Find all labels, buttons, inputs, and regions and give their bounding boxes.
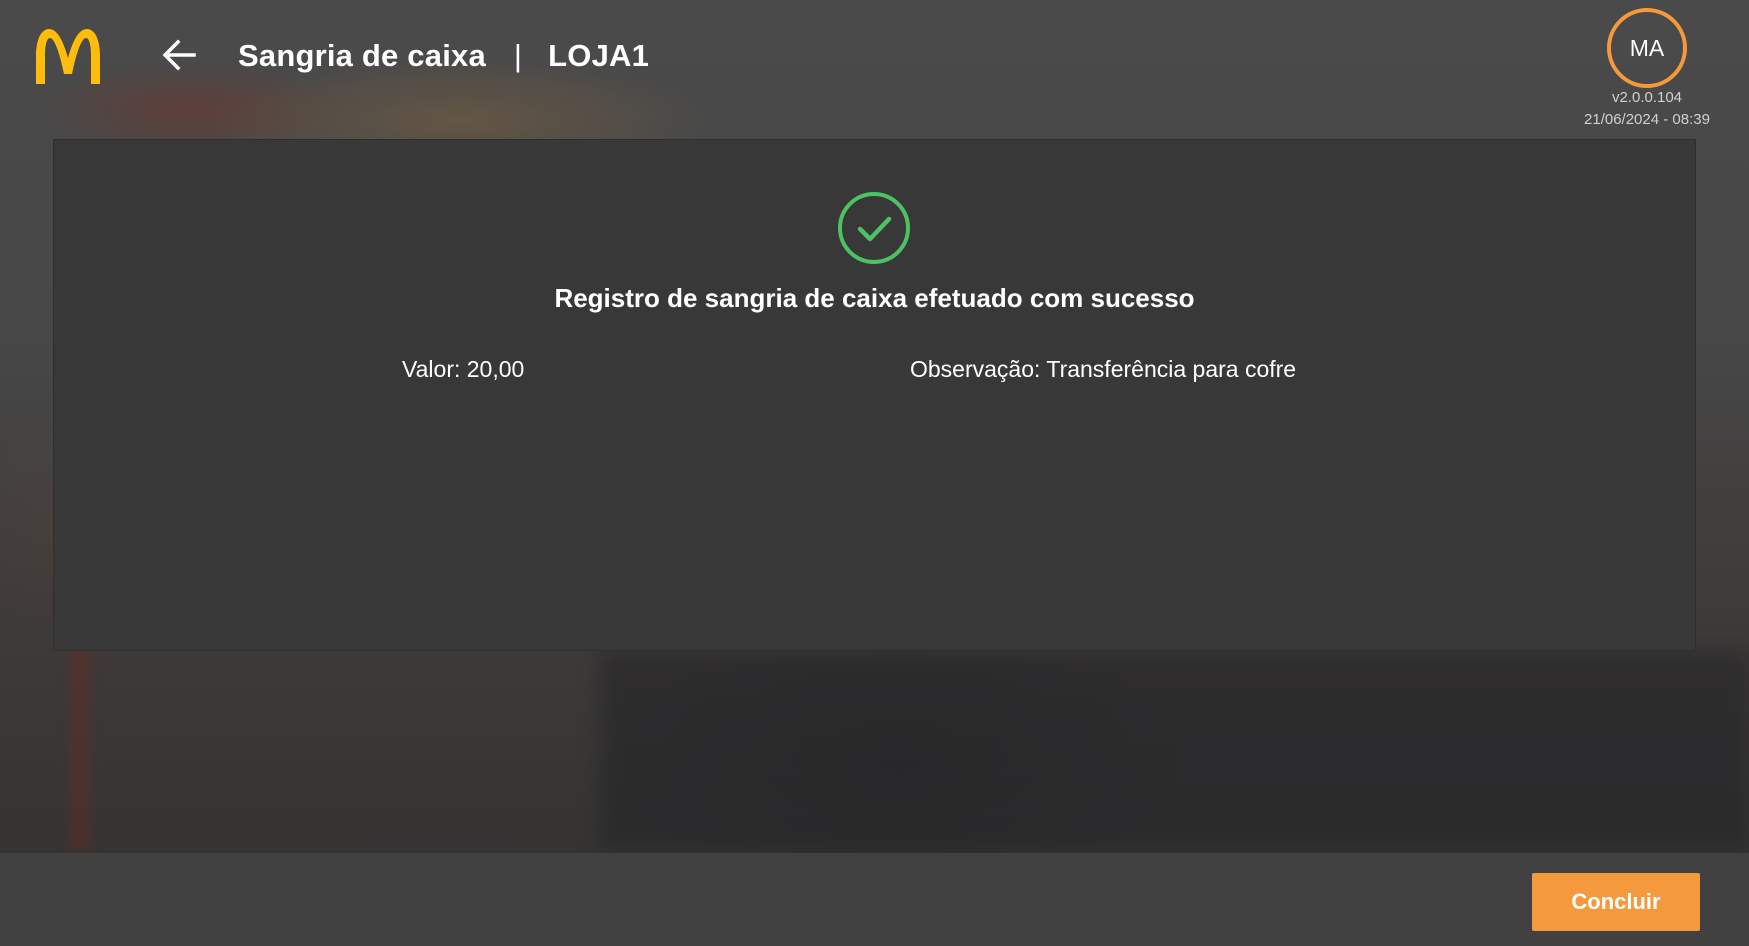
title-separator: |	[513, 38, 523, 73]
valor-text: Valor: 20,00	[402, 356, 525, 382]
background-blur-left	[70, 640, 90, 850]
footer-bar	[0, 853, 1749, 946]
check-circle-icon	[837, 191, 911, 265]
back-button[interactable]	[156, 34, 202, 80]
success-message: Registro de sangria de caixa efetuado co…	[554, 283, 1195, 313]
page-title-text: Sangria de caixa	[238, 38, 486, 73]
current-datetime: 21/06/2024 - 08:39	[1584, 111, 1710, 128]
app-version: v2.0.0.104	[1611, 89, 1683, 106]
mcdonalds-logo	[33, 26, 103, 86]
arrow-left-icon	[160, 36, 198, 79]
user-avatar[interactable]: MA	[1607, 8, 1687, 88]
store-name: LOJA1	[548, 38, 650, 73]
concluir-button[interactable]: Concluir	[1532, 873, 1700, 931]
background-blur-bottom	[600, 650, 1749, 850]
page-title: Sangria de caixa | LOJA1	[238, 32, 649, 80]
observacao-text: Observação: Transferência para cofre	[910, 356, 1297, 382]
